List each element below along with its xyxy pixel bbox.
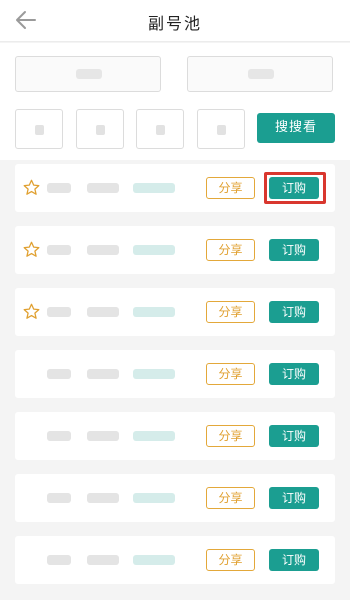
phone-number-blurred [133, 493, 175, 503]
search-button[interactable]: 搜搜看 [257, 113, 335, 143]
share-button[interactable]: 分享 [206, 549, 255, 571]
phone-number-blurred [47, 369, 71, 379]
share-button[interactable]: 分享 [206, 239, 255, 261]
phone-number-blurred [87, 307, 119, 317]
order-button[interactable]: 订购 [269, 301, 319, 323]
phone-number-blurred [87, 245, 119, 255]
number-row: 分享 订购 [15, 164, 335, 212]
phone-number-blurred [87, 493, 119, 503]
share-button[interactable]: 分享 [206, 487, 255, 509]
phone-number-blurred [47, 493, 71, 503]
phone-number-blurred [87, 369, 119, 379]
blurred-value [217, 125, 226, 135]
number-row: 分享 订购 [15, 226, 335, 274]
digit-input-3[interactable] [136, 109, 184, 149]
order-button[interactable]: 订购 [269, 363, 319, 385]
share-button[interactable]: 分享 [206, 177, 255, 199]
filter-panel: 搜搜看 [0, 43, 350, 160]
order-button[interactable]: 订购 [269, 487, 319, 509]
highlight-box [264, 172, 326, 204]
order-button[interactable]: 订购 [269, 549, 319, 571]
number-row: 分享 订购 [15, 288, 335, 336]
phone-number-blurred [47, 183, 71, 193]
phone-number-blurred [133, 431, 175, 441]
digit-input-1[interactable] [15, 109, 63, 149]
star-icon[interactable] [23, 241, 40, 258]
phone-number-blurred [47, 555, 71, 565]
phone-number-blurred [133, 183, 175, 193]
phone-number-blurred [87, 431, 119, 441]
digit-input-4[interactable] [197, 109, 245, 149]
blurred-value [76, 69, 102, 79]
star-icon[interactable] [23, 179, 40, 196]
phone-number-blurred [47, 245, 71, 255]
order-button[interactable]: 订购 [269, 239, 319, 261]
share-button[interactable]: 分享 [206, 425, 255, 447]
number-row: 分享 订购 [15, 412, 335, 460]
share-button[interactable]: 分享 [206, 363, 255, 385]
blurred-value [35, 125, 44, 135]
phone-number-blurred [47, 431, 71, 441]
star-icon[interactable] [23, 303, 40, 320]
order-button[interactable]: 订购 [269, 425, 319, 447]
phone-number-blurred [47, 307, 71, 317]
header-bar: 副号池 [0, 0, 350, 42]
blurred-value [156, 125, 165, 135]
page-title: 副号池 [147, 14, 202, 33]
number-row: 分享 订购 [15, 536, 335, 584]
blurred-value [248, 69, 274, 79]
number-row: 分享 订购 [15, 474, 335, 522]
phone-number-blurred [87, 555, 119, 565]
phone-number-blurred [133, 307, 175, 317]
phone-number-blurred [87, 183, 119, 193]
share-button[interactable]: 分享 [206, 301, 255, 323]
blurred-value [96, 125, 105, 135]
number-row: 分享 订购 [15, 350, 335, 398]
filter-select-1[interactable] [15, 56, 161, 92]
phone-number-blurred [133, 245, 175, 255]
filter-select-2[interactable] [187, 56, 333, 92]
digit-input-2[interactable] [76, 109, 124, 149]
phone-number-blurred [133, 555, 175, 565]
phone-number-blurred [133, 369, 175, 379]
